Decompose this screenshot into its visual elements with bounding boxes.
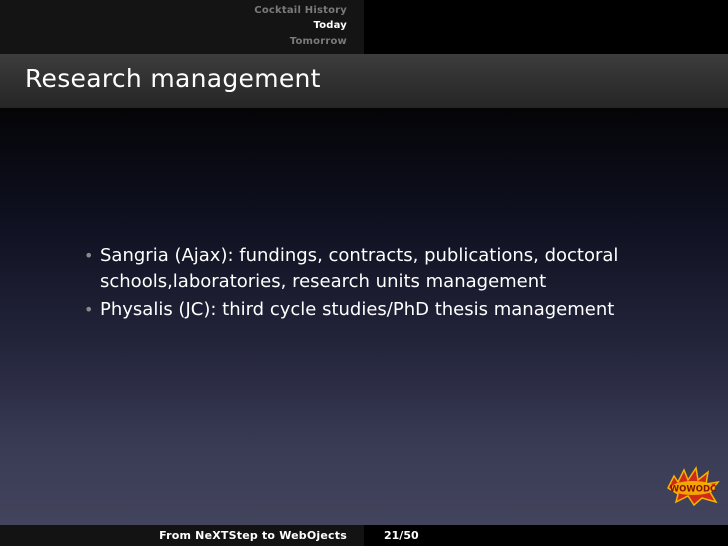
header-right-panel	[364, 0, 728, 54]
bullet-icon: •	[84, 300, 94, 319]
slide: Cocktail History Today Tomorrow Research…	[0, 0, 728, 546]
frame-title: Research management	[25, 64, 321, 93]
list-item: • Physalis (JC): third cycle studies/PhD…	[84, 297, 684, 323]
bullet-icon: •	[84, 246, 94, 265]
nav-item-cocktail-history[interactable]: Cocktail History	[254, 5, 347, 16]
page-number: 21/50	[384, 529, 419, 542]
logo-text: WOWODC	[670, 485, 717, 495]
list-item-text: Physalis (JC): third cycle studies/PhD t…	[100, 299, 615, 320]
footer-left: From NeXTStep to WebOjects	[0, 525, 364, 546]
list-item: • Sangria (Ajax): fundings, contracts, p…	[84, 243, 684, 295]
frame-title-bar: Research management	[0, 54, 728, 108]
footer-title: From NeXTStep to WebOjects	[159, 529, 347, 542]
header-nav: Cocktail History Today Tomorrow	[0, 0, 364, 54]
nav-item-today[interactable]: Today	[314, 20, 347, 31]
list-item-text: Sangria (Ajax): fundings, contracts, pub…	[100, 245, 619, 292]
nav-item-tomorrow[interactable]: Tomorrow	[290, 36, 347, 47]
footer-right: 21/50	[364, 525, 728, 546]
wowodc-logo-icon: WOWODC	[667, 466, 720, 506]
content-area: • Sangria (Ajax): fundings, contracts, p…	[84, 243, 684, 325]
